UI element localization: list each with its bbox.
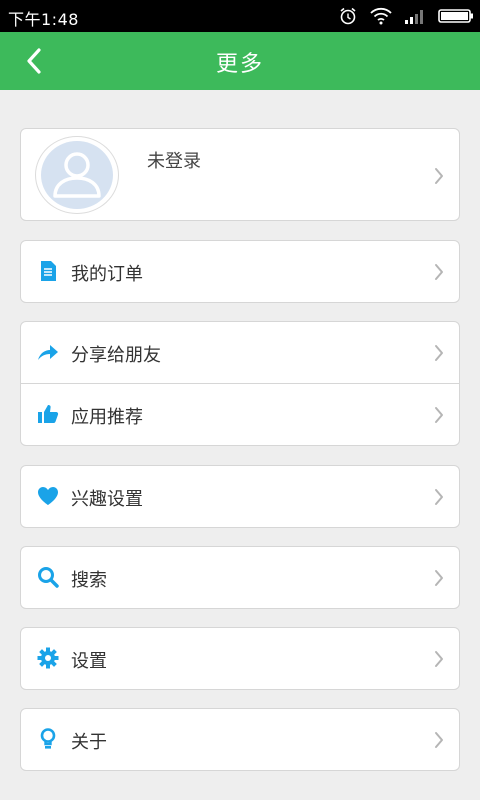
battery-icon: [438, 8, 474, 24]
menu-item-recommend[interactable]: 应用推荐: [21, 384, 459, 445]
menu-item-settings[interactable]: 设置: [21, 628, 459, 689]
profile-card[interactable]: 未登录: [20, 128, 460, 221]
status-time: 下午1:48: [8, 10, 79, 29]
menu-item-label: 搜索: [71, 570, 107, 591]
menu-item-label: 分享给朋友: [71, 345, 161, 366]
thumbs-up-icon: [37, 403, 59, 425]
menu-item-label: 应用推荐: [71, 407, 143, 428]
chevron-right-icon: [435, 570, 443, 586]
menu-item-label: 关于: [71, 732, 107, 753]
orders-card: 我的订单: [20, 240, 460, 303]
app-bar: 更多: [0, 32, 480, 90]
menu-item-label: 我的订单: [71, 264, 143, 285]
avatar: [41, 141, 113, 209]
chevron-right-icon: [435, 264, 443, 280]
wifi-icon: [370, 7, 392, 25]
document-icon: [37, 260, 59, 282]
status-icons: [338, 4, 474, 28]
profile-name: 未登录: [147, 151, 201, 172]
chevron-right-icon: [435, 651, 443, 667]
menu-item-label: 兴趣设置: [71, 489, 143, 510]
chevron-right-icon: [435, 345, 443, 361]
heart-icon: [37, 485, 59, 507]
chevron-right-icon: [435, 732, 443, 748]
page-title: 更多: [215, 52, 264, 77]
alarm-icon: [338, 6, 358, 26]
search-card: 搜索: [20, 546, 460, 609]
lightbulb-icon: [37, 728, 59, 750]
status-bar: 下午1:48: [0, 0, 480, 32]
gear-icon: [37, 647, 59, 669]
signal-icon: [404, 8, 426, 24]
user-icon: [53, 152, 101, 198]
menu-item-orders[interactable]: 我的订单: [21, 241, 459, 302]
menu-item-about[interactable]: 关于: [21, 709, 459, 770]
settings-card: 设置: [20, 627, 460, 690]
chevron-right-icon: [435, 489, 443, 505]
chevron-right-icon: [435, 168, 443, 184]
search-icon: [37, 566, 59, 588]
menu-item-interests[interactable]: 兴趣设置: [21, 466, 459, 527]
about-card: 关于: [20, 708, 460, 771]
menu-item-search[interactable]: 搜索: [21, 547, 459, 608]
menu-item-label: 设置: [71, 651, 107, 672]
share-icon: [37, 341, 59, 363]
menu-item-share[interactable]: 分享给朋友: [21, 322, 459, 383]
interests-card: 兴趣设置: [20, 465, 460, 528]
chevron-right-icon: [435, 407, 443, 423]
share-card: 分享给朋友 应用推荐: [20, 321, 460, 446]
